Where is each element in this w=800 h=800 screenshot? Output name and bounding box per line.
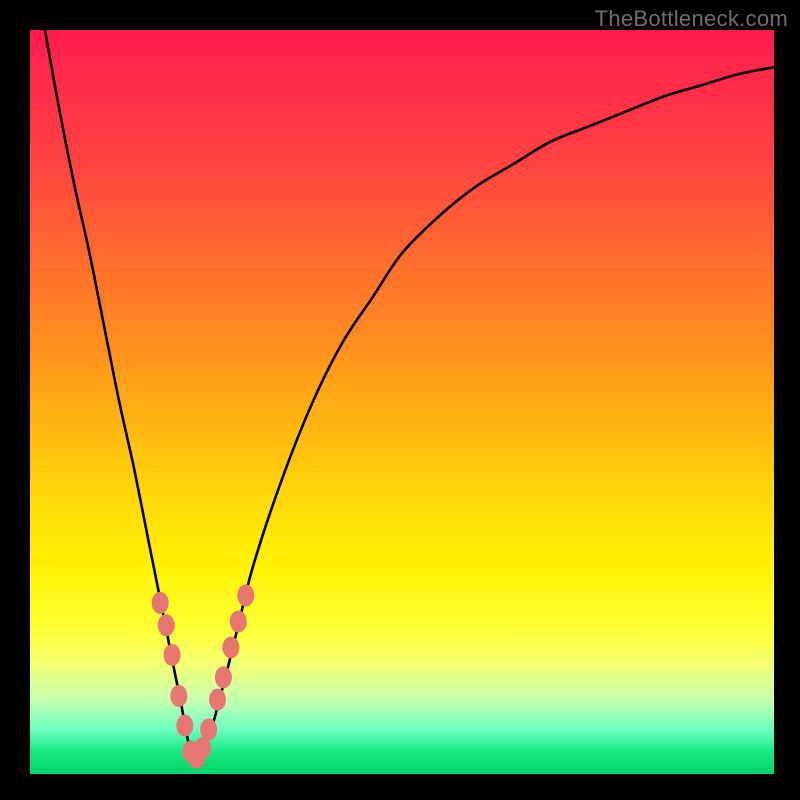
- chart-frame: TheBottleneck.com: [0, 0, 800, 800]
- curve-marker: [237, 584, 254, 606]
- marker-group: [152, 584, 255, 768]
- curve-marker: [152, 592, 169, 614]
- curve-marker: [164, 644, 181, 666]
- plot-area: [30, 30, 774, 774]
- curve-marker: [215, 666, 232, 688]
- curve-marker: [176, 715, 193, 737]
- bottleneck-curve: [45, 30, 774, 761]
- curve-marker: [230, 611, 247, 633]
- curve-marker: [170, 685, 187, 707]
- curve-marker: [209, 689, 226, 711]
- watermark-text: TheBottleneck.com: [595, 6, 788, 32]
- curve-marker: [200, 718, 217, 740]
- curve-marker: [158, 614, 175, 636]
- chart-svg: [30, 30, 774, 774]
- curve-marker: [222, 637, 239, 659]
